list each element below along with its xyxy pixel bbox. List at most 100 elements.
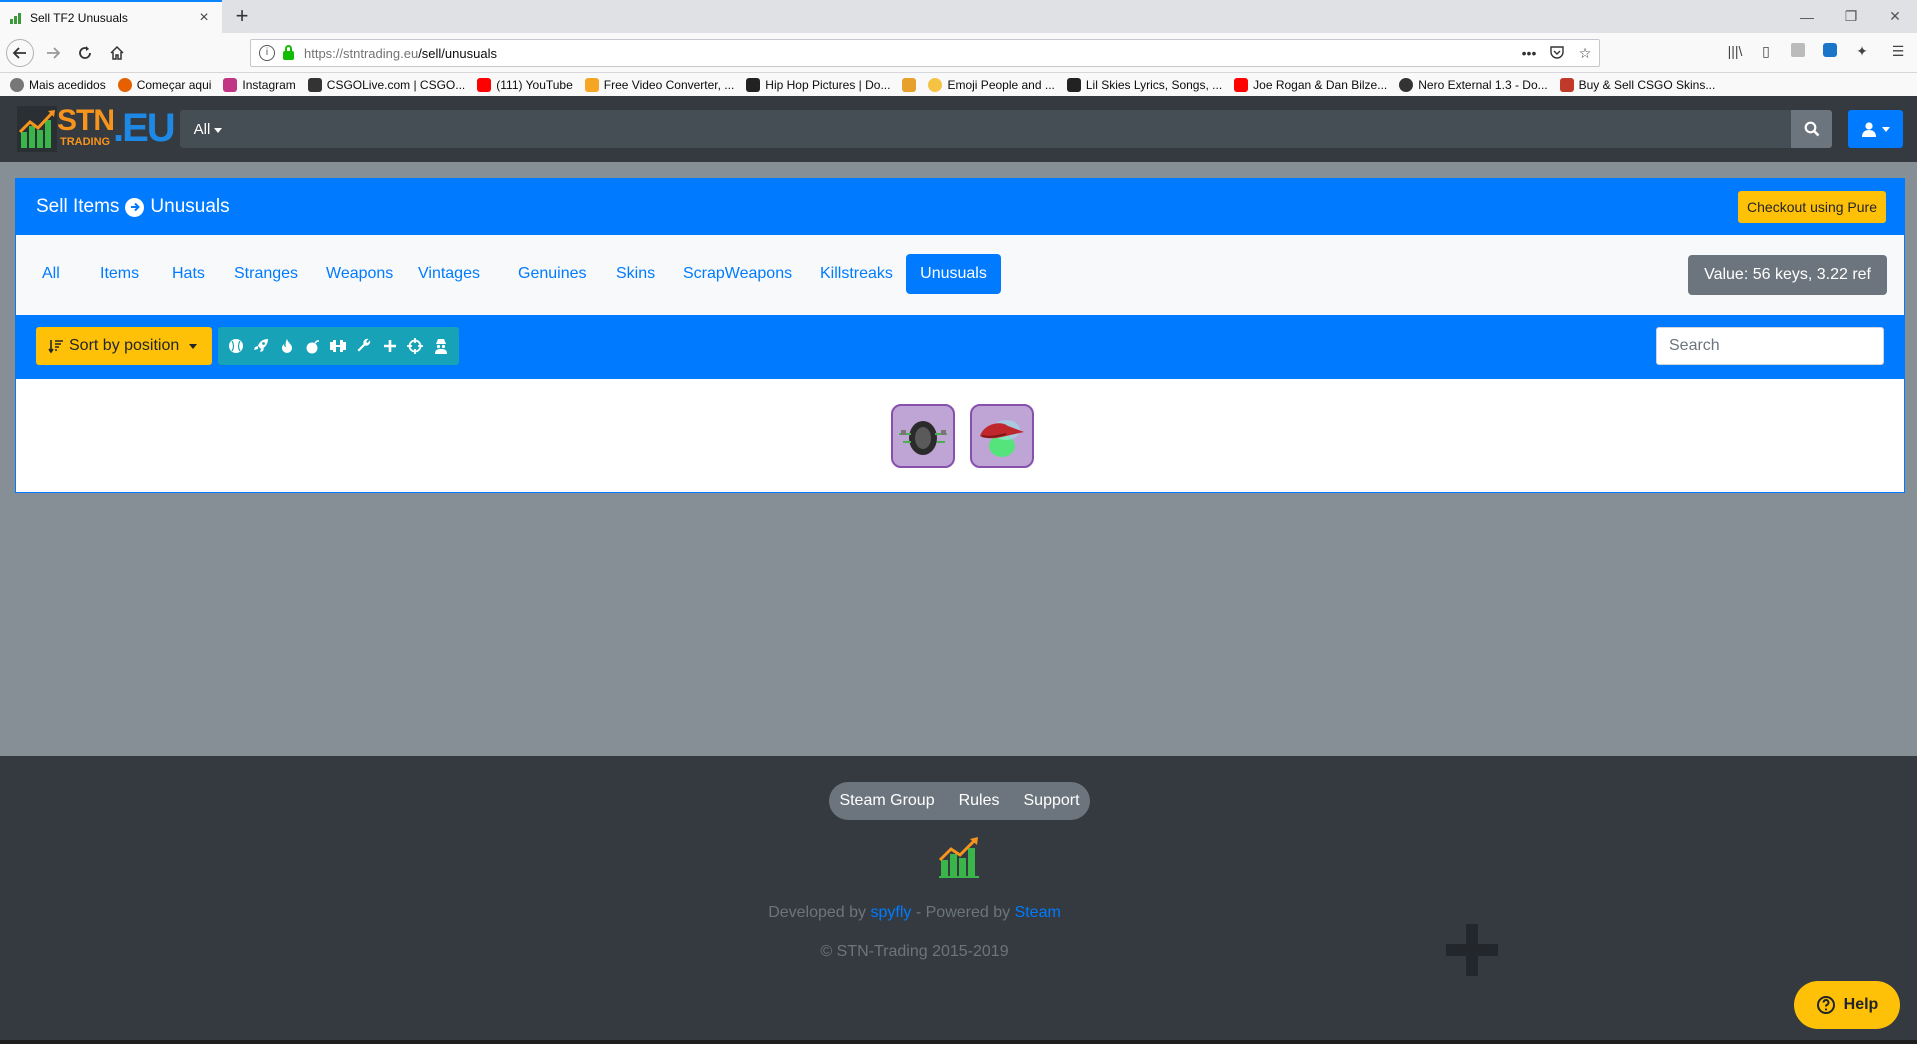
- bookmark-item[interactable]: CSGOLive.com | CSGO...: [307, 77, 466, 92]
- bookmark-item[interactable]: Lil Skies Lyrics, Songs, ...: [1066, 77, 1222, 92]
- footer-link-support[interactable]: Support: [1024, 792, 1080, 810]
- sort-dropdown-button[interactable]: Sort by position: [36, 327, 212, 365]
- site-search-button[interactable]: [1791, 110, 1832, 148]
- youtube-icon: [1234, 77, 1249, 92]
- dumbbell-icon[interactable]: [328, 336, 348, 356]
- tab-close-icon[interactable]: ×: [196, 9, 212, 27]
- bookmark-item[interactable]: Emoji People and ...: [928, 77, 1055, 92]
- new-tab-button[interactable]: +: [230, 4, 254, 28]
- flame-icon[interactable]: [277, 336, 297, 356]
- tab-skins[interactable]: Skins: [600, 254, 671, 294]
- site-info-icon[interactable]: i: [259, 45, 275, 61]
- bookmark-item[interactable]: Joe Rogan & Dan Bilze...: [1234, 77, 1388, 92]
- arrow-right-circle-icon: [125, 197, 145, 217]
- bookmark-label: Joe Rogan & Dan Bilze...: [1253, 77, 1388, 92]
- reload-icon: [79, 46, 91, 59]
- bookmark-item[interactable]: Buy & Sell CSGO Skins...: [1559, 77, 1716, 92]
- gear-icon: [10, 77, 24, 92]
- camera-icon: [746, 77, 761, 92]
- stn-trading-logo[interactable]: STN TRADING .EU: [17, 104, 176, 154]
- baseball-icon[interactable]: [226, 336, 246, 356]
- logo-eu-text: .EU: [113, 106, 176, 150]
- tab-hats[interactable]: Hats: [156, 254, 221, 294]
- bookmark-star-icon[interactable]: ☆: [1571, 45, 1599, 62]
- checkout-pure-button[interactable]: Checkout using Pure: [1738, 191, 1886, 223]
- tab-all[interactable]: All: [26, 254, 76, 294]
- bookmark-item[interactable]: Começar aqui: [117, 77, 212, 92]
- extension-puzzle-icon[interactable]: ✦: [1852, 43, 1872, 63]
- site-search-input[interactable]: [236, 110, 1776, 148]
- bookmark-label: Buy & Sell CSGO Skins...: [1578, 77, 1716, 92]
- tab-unusuals[interactable]: Unusuals: [906, 254, 1001, 294]
- bookmark-item[interactable]: (111) YouTube: [477, 77, 573, 92]
- site-footer: Steam Group Rules Support Developed by s…: [0, 756, 1917, 1044]
- spy-icon[interactable]: [431, 336, 451, 356]
- home-button[interactable]: [104, 40, 130, 66]
- plus-icon: [1443, 921, 1501, 979]
- restore-button[interactable]: ❐: [1829, 0, 1873, 33]
- bookmark-item[interactable]: Free Video Converter, ...: [584, 77, 734, 92]
- developed-by-text: Developed by: [768, 904, 867, 921]
- url-text[interactable]: https://stntrading.eu/sell/unusuals: [304, 46, 1515, 61]
- library-icon[interactable]: |||\: [1725, 43, 1745, 63]
- page-actions-icon[interactable]: •••: [1515, 45, 1543, 61]
- site-search-bar: All: [180, 110, 1832, 148]
- extension-icon[interactable]: [1788, 43, 1808, 63]
- tab-vintages[interactable]: Vintages: [402, 254, 496, 294]
- unusual-item-tile[interactable]: [970, 404, 1034, 468]
- taskbar-edge: [0, 1040, 1917, 1044]
- csgo-skins-icon: [1559, 77, 1574, 92]
- bookmark-item[interactable]: Instagram: [223, 77, 296, 92]
- developer-link[interactable]: spyfly: [870, 904, 911, 921]
- plus-icon[interactable]: [380, 336, 400, 356]
- item-search-input[interactable]: [1656, 327, 1884, 365]
- crosshair-icon[interactable]: [405, 336, 425, 356]
- forward-button[interactable]: [40, 40, 66, 66]
- site-favicon-icon: [10, 12, 22, 24]
- chevron-down-icon: [1881, 126, 1890, 132]
- nero-icon: [1399, 77, 1414, 92]
- bomb-icon[interactable]: [303, 336, 323, 356]
- help-button[interactable]: Help: [1794, 981, 1900, 1029]
- pocket-icon[interactable]: [1543, 45, 1571, 62]
- forward-arrow-icon: [47, 47, 61, 59]
- question-circle-icon: [1816, 996, 1835, 1014]
- category-tabs: All Items Hats Stranges Weapons Vintages…: [16, 235, 1904, 315]
- footer-link-rules[interactable]: Rules: [959, 792, 1000, 810]
- close-window-button[interactable]: ✕: [1873, 0, 1917, 33]
- bookmark-item[interactable]: Mais acedidos: [10, 77, 106, 92]
- wrench-icon[interactable]: [354, 336, 374, 356]
- tab-killstreaks[interactable]: Killstreaks: [804, 254, 909, 294]
- steam-link[interactable]: Steam: [1015, 904, 1061, 921]
- bookmark-label: Hip Hop Pictures | Do...: [765, 77, 891, 92]
- firefox-icon: [117, 77, 132, 92]
- unusual-item-tile[interactable]: [891, 404, 955, 468]
- bookmark-item[interactable]: Hip Hop Pictures | Do...: [746, 77, 891, 92]
- tab-stranges[interactable]: Stranges: [218, 254, 314, 294]
- footer-link-steam-group[interactable]: Steam Group: [839, 792, 934, 810]
- search-category-dropdown[interactable]: All: [180, 110, 236, 148]
- sort-label: Sort by position: [69, 337, 180, 354]
- tab-genuines[interactable]: Genuines: [502, 254, 603, 294]
- reload-button[interactable]: [72, 40, 98, 66]
- url-path: /sell/unusuals: [418, 45, 497, 61]
- sidebar-icon[interactable]: ▯: [1756, 43, 1776, 63]
- bookmark-label: CSGOLive.com | CSGO...: [326, 77, 466, 92]
- bookmark-item[interactable]: Nero External 1.3 - Do...: [1399, 77, 1548, 92]
- menu-hamburger-icon[interactable]: ☰: [1888, 43, 1908, 63]
- back-button[interactable]: [6, 39, 34, 67]
- tab-items[interactable]: Items: [84, 254, 155, 294]
- address-bar[interactable]: i https://stntrading.eu/sell/unusuals ••…: [250, 39, 1600, 67]
- bookmark-label: Começar aqui: [136, 77, 212, 92]
- minimize-button[interactable]: —: [1785, 0, 1829, 33]
- tab-scrapweapons[interactable]: ScrapWeapons: [667, 254, 808, 294]
- steam-extension-icon[interactable]: [1820, 43, 1840, 63]
- bookmark-item[interactable]: [902, 77, 917, 92]
- browser-tab[interactable]: Sell TF2 Unusuals ×: [0, 0, 222, 33]
- sell-card: Sell Items Unusuals Checkout using Pure …: [15, 178, 1905, 493]
- browser-tab-bar: Sell TF2 Unusuals × + — ❐ ✕: [0, 0, 1917, 33]
- tab-weapons[interactable]: Weapons: [310, 254, 409, 294]
- help-label: Help: [1843, 996, 1879, 1013]
- user-menu-button[interactable]: [1848, 110, 1903, 148]
- rocket-icon[interactable]: [251, 336, 271, 356]
